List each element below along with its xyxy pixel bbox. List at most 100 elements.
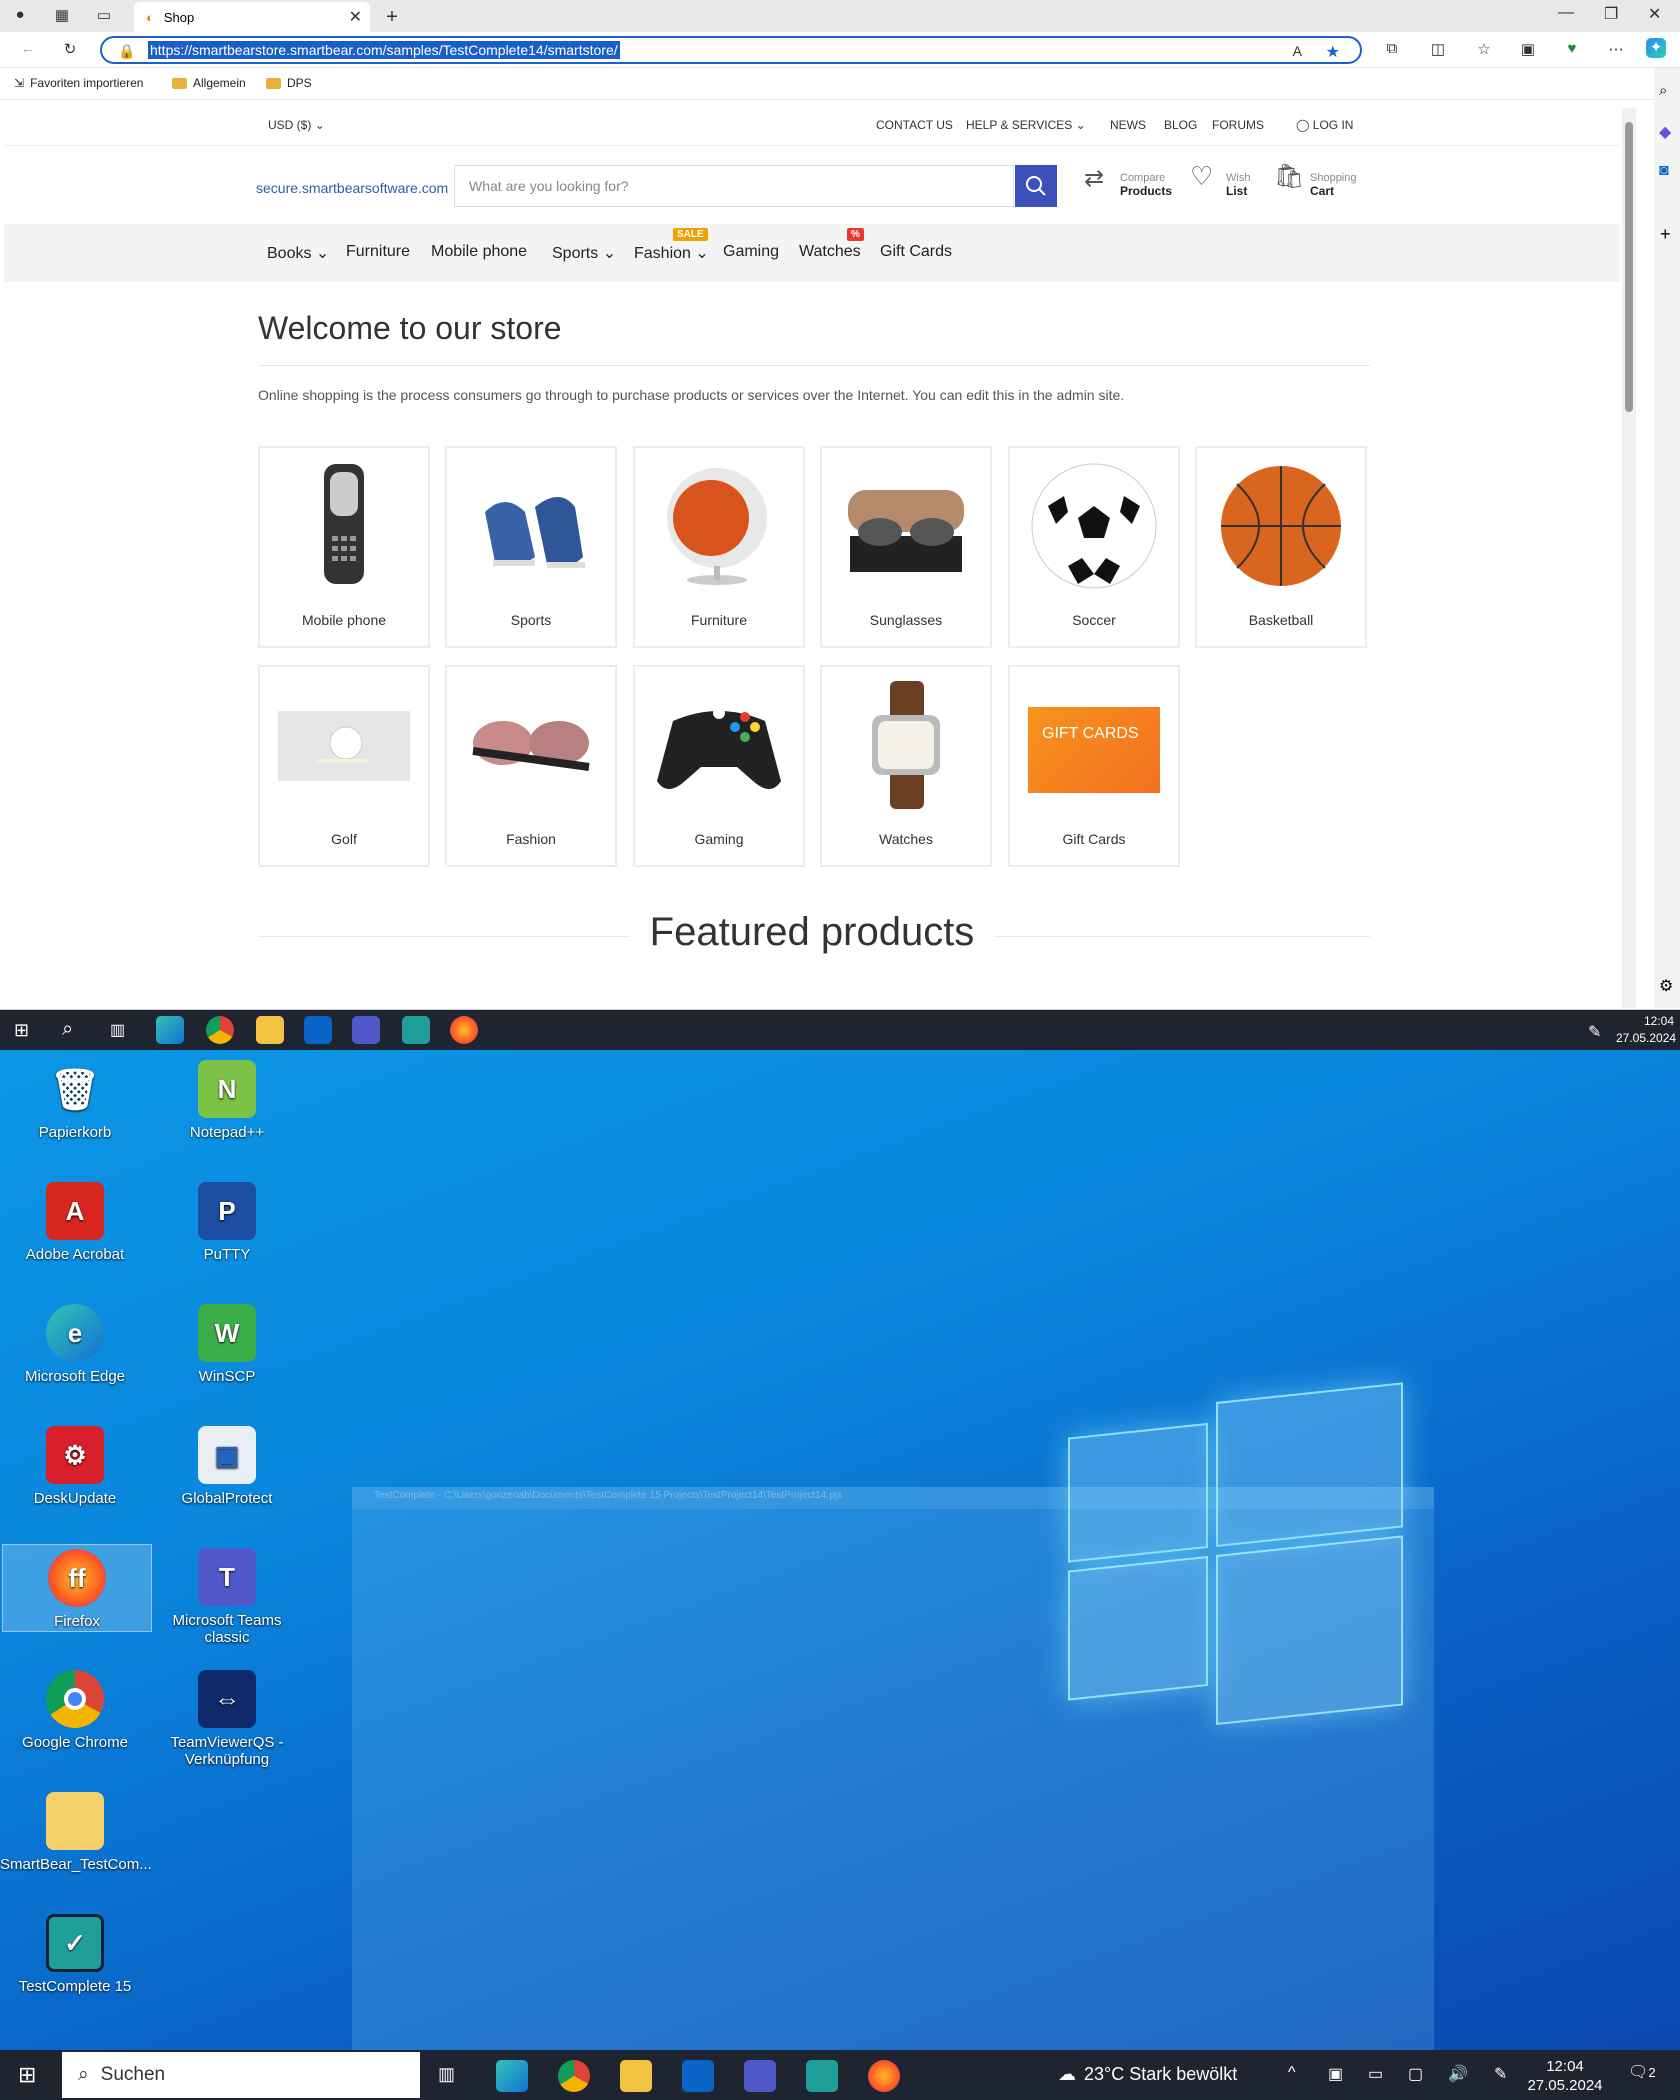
tray-volume-icon[interactable]: 🔊 (1448, 2064, 1468, 2084)
desktop-icon-teamviewer[interactable]: ⇔ TeamViewerQS - Verknüpfung (152, 1670, 302, 1768)
tray-display-icon[interactable]: ▢ (1408, 2064, 1423, 2084)
read-aloud-icon[interactable]: A (1291, 42, 1304, 60)
desktop-icon-testcomplete[interactable]: ✓ TestComplete 15 (0, 1914, 150, 1995)
taskbar-edge-icon[interactable] (496, 2060, 528, 2092)
category-furniture[interactable]: Furniture (633, 446, 805, 648)
split-screen-icon[interactable]: ◫ (1428, 40, 1448, 60)
wish-list-link[interactable]: ♡ Wish List (1190, 163, 1250, 198)
task-view-icon[interactable]: ▥ (438, 2064, 455, 2085)
desktop-icon-globalprotect[interactable]: ▣ GlobalProtect (152, 1426, 302, 1507)
store-logo-text[interactable]: secure.smartbearsoftware.com (256, 180, 448, 196)
sidebar-outlook-icon[interactable]: ◙ (1659, 162, 1669, 180)
desktop-icon-firefox[interactable]: ff Firefox (2, 1544, 152, 1632)
favorite-star-icon[interactable]: ★ (1324, 41, 1342, 63)
taskbar-edge-icon[interactable] (156, 1016, 184, 1044)
nav-sports[interactable]: Sports ⌄ (552, 243, 616, 263)
start-icon[interactable]: ⊞ (14, 1020, 29, 1041)
fav-import[interactable]: ⇲ Favoriten importieren (14, 76, 143, 90)
sidebar-add-icon[interactable]: + (1660, 224, 1671, 245)
tab-shop[interactable]: ◐ Shop ✕ (134, 2, 370, 32)
taskbar-outlook-icon[interactable] (304, 1016, 332, 1044)
extensions-icon[interactable]: ⧉ (1382, 40, 1402, 60)
category-mobile-phone[interactable]: Mobile phone (258, 446, 430, 648)
pen-icon[interactable]: ✎ (1494, 2064, 1507, 2084)
search-button[interactable] (1015, 165, 1057, 207)
taskbar-chrome-icon[interactable] (558, 2060, 590, 2092)
url-field[interactable]: 🔒 https://smartbearstore.smartbear.com/s… (100, 36, 1362, 64)
tray-battery-icon[interactable]: ▭ (1368, 2064, 1383, 2084)
category-sports[interactable]: Sports (445, 446, 617, 648)
new-tab-icon[interactable]: + (382, 6, 402, 28)
tray-expand-icon[interactable]: ^ (1288, 2064, 1296, 2082)
category-fashion[interactable]: Fashion (445, 665, 617, 867)
desktop-icon-teams[interactable]: T Microsoft Teams classic (152, 1548, 302, 1646)
taskbar-testcomplete-icon[interactable] (402, 1016, 430, 1044)
currency-selector[interactable]: USD ($) ⌄ (268, 118, 325, 132)
help-services-menu[interactable]: HELP & SERVICES ⌄ (966, 118, 1086, 132)
taskbar-explorer-icon[interactable] (620, 2060, 652, 2092)
nav-books[interactable]: Books ⌄ (267, 243, 329, 263)
category-basketball[interactable]: Basketball (1195, 446, 1367, 648)
taskbar-teams-icon[interactable] (744, 2060, 776, 2092)
sidebar-search-icon[interactable]: ⌕ (1659, 82, 1667, 99)
desktop-icon-deskupdate[interactable]: ⚙ DeskUpdate (0, 1426, 150, 1507)
fav-folder-dps[interactable]: DPS (266, 76, 312, 90)
category-gift-cards[interactable]: GIFT CARDS Gift Cards (1008, 665, 1180, 867)
sidebar-settings-icon[interactable]: ⚙ (1659, 976, 1673, 996)
nav-mobile-phone[interactable]: Mobile phone (431, 243, 527, 261)
desktop-icon-putty[interactable]: P PuTTY (152, 1182, 302, 1263)
contact-us-link[interactable]: CONTACT US (876, 118, 953, 132)
sidebar-copilot-icon[interactable]: ◆ (1659, 122, 1671, 142)
nav-furniture[interactable]: Furniture (346, 243, 410, 261)
compare-products-link[interactable]: ⇄ Compare Products (1084, 167, 1172, 198)
blog-link[interactable]: BLOG (1164, 118, 1197, 132)
pen-icon[interactable]: ✎ (1588, 1022, 1601, 1042)
restore-icon[interactable]: ❐ (1604, 4, 1618, 24)
category-soccer[interactable]: Soccer (1008, 446, 1180, 648)
taskbar-chrome-icon[interactable] (206, 1016, 234, 1044)
taskbar-explorer-icon[interactable] (256, 1016, 284, 1044)
fav-folder-allgemein[interactable]: Allgemein (172, 76, 246, 90)
start-icon[interactable]: ⊞ (18, 2062, 36, 2088)
workspaces-icon[interactable]: ▦ (52, 6, 72, 26)
profile-icon[interactable]: ● (10, 6, 30, 26)
clock-bottom[interactable]: 12:04 27.05.2024 (1524, 2057, 1606, 2095)
browser-essentials-icon[interactable]: ♥ (1562, 40, 1582, 60)
taskbar-search-box[interactable]: ⌕ Suchen (62, 2052, 420, 2098)
category-golf[interactable]: Golf (258, 665, 430, 867)
close-window-icon[interactable]: ✕ (1648, 4, 1661, 24)
taskbar-testcomplete-icon[interactable] (806, 2060, 838, 2092)
shopping-cart-link[interactable]: 🛍 Shopping Cart (1274, 165, 1357, 198)
taskbar-teams-icon[interactable] (352, 1016, 380, 1044)
nav-gaming[interactable]: Gaming (723, 243, 779, 261)
desktop-icon-edge[interactable]: e Microsoft Edge (0, 1304, 150, 1385)
scroll-thumb[interactable] (1625, 122, 1633, 412)
desktop-icon-smartbear-folder[interactable]: SmartBear_TestCom... (0, 1792, 152, 1873)
search-icon[interactable]: ⌕ (62, 1018, 73, 1041)
desktop-icon-acrobat[interactable]: A Adobe Acrobat (0, 1182, 150, 1263)
tray-network-icon[interactable]: ▣ (1328, 2064, 1343, 2084)
login-link[interactable]: ◯ LOG IN (1296, 118, 1353, 132)
desktop-icon-recycle-bin[interactable]: 🗑 Papierkorb (0, 1060, 150, 1142)
nav-watches[interactable]: Watches (799, 243, 861, 261)
nav-gift-cards[interactable]: Gift Cards (880, 243, 952, 261)
category-sunglasses[interactable]: Sunglasses (820, 446, 992, 648)
refresh-icon[interactable]: ↻ (60, 40, 80, 60)
desktop-icon-winscp[interactable]: W WinSCP (152, 1304, 302, 1385)
search-input[interactable]: What are you looking for? (454, 165, 1014, 207)
tab-actions-icon[interactable]: ▭ (94, 6, 114, 26)
close-tab-icon[interactable]: ✕ (349, 7, 362, 27)
page-scrollbar[interactable] (1622, 108, 1636, 1008)
copilot-icon[interactable]: ✦ (1646, 38, 1666, 58)
task-view-icon[interactable]: ▥ (110, 1020, 125, 1040)
back-icon[interactable]: ← (18, 40, 38, 60)
category-gaming[interactable]: Gaming (633, 665, 805, 867)
desktop-icon-chrome[interactable]: Google Chrome (0, 1670, 150, 1751)
weather-widget[interactable]: ☁ 23°C Stark bewölkt (1058, 2064, 1237, 2085)
more-options-icon[interactable]: ⋯ (1606, 40, 1626, 60)
taskbar-firefox-icon[interactable] (868, 2060, 900, 2092)
minimize-icon[interactable]: — (1558, 4, 1574, 22)
category-watches[interactable]: Watches (820, 665, 992, 867)
clock-top[interactable]: 12:04 27.05.2024 (1616, 1013, 1676, 1047)
nav-fashion[interactable]: Fashion ⌄ (634, 243, 709, 263)
